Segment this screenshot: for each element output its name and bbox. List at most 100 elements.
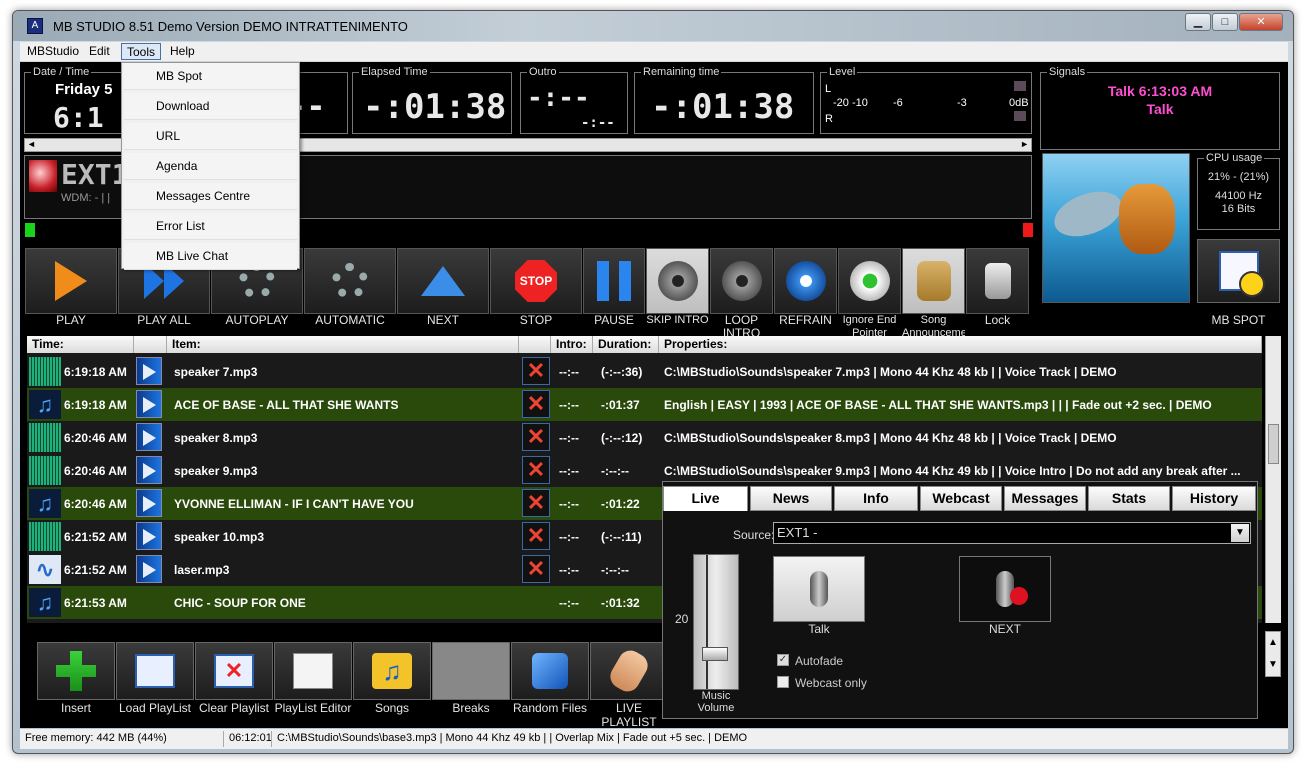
breaks-button[interactable] bbox=[432, 642, 510, 700]
talk-label: Talk bbox=[808, 622, 830, 636]
pause-button[interactable] bbox=[583, 248, 645, 314]
load-playlist-button[interactable] bbox=[116, 642, 194, 700]
header-intro[interactable]: Intro: bbox=[551, 336, 593, 353]
row-delete-icon[interactable]: ✕ bbox=[522, 390, 550, 418]
row-play-icon[interactable] bbox=[136, 489, 162, 517]
skip-intro-button[interactable] bbox=[646, 248, 709, 314]
menu-tools[interactable]: Tools bbox=[121, 43, 162, 60]
chevron-down-icon[interactable]: ▼ bbox=[1231, 524, 1249, 542]
table-row[interactable]: 6:20:46 AM speaker 8.mp3 ✕ --:-- (-:--:12) C:… bbox=[27, 421, 1262, 454]
menu-help[interactable]: Help bbox=[165, 43, 200, 60]
header-play[interactable] bbox=[134, 336, 167, 353]
autofade-checkbox[interactable]: ✓ bbox=[777, 654, 789, 666]
row-time: 6:21:52 AM bbox=[64, 563, 127, 577]
play-button[interactable] bbox=[25, 248, 117, 314]
signals-panel: Signals Talk 6:13:03 AM Talk bbox=[1040, 67, 1280, 150]
row-play-icon[interactable] bbox=[136, 555, 162, 583]
menu-item-messages-centre[interactable]: Messages Centre bbox=[124, 183, 297, 210]
row-duration: -:--:-- bbox=[601, 464, 629, 478]
tab-messages[interactable]: Messages bbox=[1004, 486, 1086, 511]
menu-item-error-list[interactable]: Error List bbox=[124, 213, 297, 240]
slider-track bbox=[706, 555, 708, 689]
refrain-button[interactable] bbox=[774, 248, 837, 314]
clear-playlist-button[interactable]: ✕ bbox=[195, 642, 273, 700]
row-play-icon[interactable] bbox=[136, 390, 162, 418]
tab-stats[interactable]: Stats bbox=[1088, 486, 1170, 511]
playlist-scroll-thumb[interactable] bbox=[1268, 424, 1279, 464]
tab-live[interactable]: Live bbox=[663, 486, 748, 511]
webcast-only-checkbox[interactable] bbox=[777, 676, 789, 688]
row-duration: (-:--:12) bbox=[601, 431, 643, 445]
scroll-left-icon[interactable]: ◄ bbox=[27, 139, 36, 149]
play-icon bbox=[55, 261, 87, 301]
scroll-right-icon[interactable]: ► bbox=[1020, 139, 1029, 149]
row-delete-icon[interactable]: ✕ bbox=[522, 522, 550, 550]
menu-item-url[interactable]: URL bbox=[124, 123, 297, 150]
scroll-up-icon[interactable]: ▲ bbox=[1266, 632, 1280, 654]
menu-edit[interactable]: Edit bbox=[84, 43, 115, 60]
window-title: MB STUDIO 8.51 Demo Version DEMO INTRATT… bbox=[53, 19, 408, 34]
title-bar[interactable]: A MB STUDIO 8.51 Demo Version DEMO INTRA… bbox=[13, 11, 1293, 41]
row-delete-icon[interactable]: ✕ bbox=[522, 456, 550, 484]
tab-news[interactable]: News bbox=[750, 486, 832, 511]
row-play-icon[interactable] bbox=[136, 456, 162, 484]
row-delete-icon[interactable]: ✕ bbox=[522, 555, 550, 583]
row-play-icon[interactable] bbox=[136, 423, 162, 451]
mbspot-button[interactable] bbox=[1197, 239, 1280, 303]
live-playlist-button[interactable] bbox=[590, 642, 668, 700]
menu-item-mb-spot[interactable]: MB Spot bbox=[124, 63, 297, 90]
row-play-icon[interactable] bbox=[136, 522, 162, 550]
list-scroll-arrows[interactable]: ▲ ▼ bbox=[1265, 631, 1281, 677]
source-select[interactable]: EXT1 - ▼ bbox=[773, 522, 1251, 544]
ignore-end-pointer-button[interactable] bbox=[838, 248, 901, 314]
table-row[interactable]: ♫ 6:19:18 AM ACE OF BASE - ALL THAT SHE WA… bbox=[27, 388, 1262, 421]
tools-dropdown-menu: MB Spot Download URL Agenda Messages Cen… bbox=[121, 62, 300, 270]
playlist-editor-button[interactable] bbox=[274, 642, 352, 700]
music-note-icon: ♫ bbox=[29, 588, 61, 617]
slider-thumb[interactable] bbox=[702, 647, 728, 661]
up-arrow-icon bbox=[421, 266, 465, 296]
waveform-icon bbox=[29, 456, 61, 485]
random-files-button[interactable] bbox=[511, 642, 589, 700]
volume-slider[interactable] bbox=[693, 554, 739, 690]
loop-intro-button[interactable] bbox=[710, 248, 773, 314]
row-time: 6:21:52 AM bbox=[64, 530, 127, 544]
tab-webcast[interactable]: Webcast bbox=[920, 486, 1002, 511]
row-time: 6:20:46 AM bbox=[64, 464, 127, 478]
tab-history[interactable]: History bbox=[1172, 486, 1256, 511]
header-item[interactable]: Item: bbox=[167, 336, 519, 353]
insert-button[interactable] bbox=[37, 642, 115, 700]
row-time: 6:20:46 AM bbox=[64, 431, 127, 445]
header-duration[interactable]: Duration: bbox=[593, 336, 659, 353]
row-play-icon[interactable] bbox=[136, 357, 162, 385]
lock-button[interactable] bbox=[966, 248, 1029, 314]
playlist-scrollbar[interactable] bbox=[1265, 336, 1281, 623]
menu-item-download[interactable]: Download bbox=[124, 93, 297, 120]
row-delete-icon[interactable]: ✕ bbox=[522, 489, 550, 517]
row-properties: C:\MBStudio\Sounds\speaker 9.mp3 | Mono … bbox=[664, 464, 1241, 478]
minimize-button[interactable]: ▁ bbox=[1185, 13, 1211, 31]
maximize-button[interactable]: □ bbox=[1212, 13, 1238, 31]
header-properties[interactable]: Properties: bbox=[659, 336, 1262, 353]
next-button[interactable] bbox=[397, 248, 489, 314]
tab-info[interactable]: Info bbox=[834, 486, 918, 511]
talk-button[interactable] bbox=[773, 556, 865, 622]
row-delete-icon[interactable]: ✕ bbox=[522, 423, 550, 451]
stop-button[interactable]: STOP bbox=[490, 248, 582, 314]
menu-item-mb-live-chat[interactable]: MB Live Chat bbox=[124, 243, 297, 270]
table-row[interactable]: 6:19:18 AM speaker 7.mp3 ✕ --:-- (-:--:36) C:… bbox=[27, 355, 1262, 388]
menu-mbstudio[interactable]: MBStudio bbox=[22, 43, 84, 60]
scroll-down-icon[interactable]: ▼ bbox=[1266, 654, 1280, 676]
song-announcement-button[interactable] bbox=[902, 248, 965, 314]
row-intro: --:-- bbox=[559, 464, 579, 478]
row-delete-icon[interactable]: ✕ bbox=[522, 357, 550, 385]
next-live-button[interactable] bbox=[959, 556, 1051, 622]
songs-button[interactable]: ♫ bbox=[353, 642, 431, 700]
header-delete[interactable] bbox=[519, 336, 551, 353]
close-button[interactable]: ✕ bbox=[1239, 13, 1283, 31]
header-time[interactable]: Time: bbox=[27, 336, 134, 353]
menu-item-agenda[interactable]: Agenda bbox=[124, 153, 297, 180]
source-button-icon[interactable] bbox=[29, 160, 57, 192]
automatic-button[interactable] bbox=[304, 248, 396, 314]
row-intro: --:-- bbox=[559, 398, 579, 412]
